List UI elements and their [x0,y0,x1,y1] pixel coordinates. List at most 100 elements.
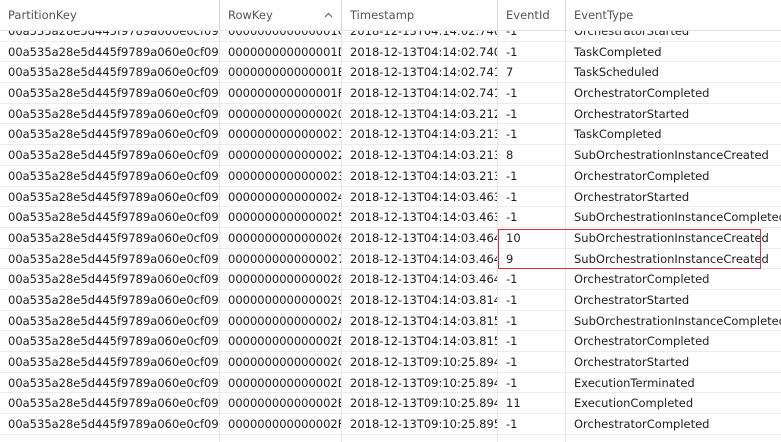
table-row[interactable]: 00a535a28e5d445f9789a060e0cf0959 00000000… [0,207,781,228]
cell-partitionkey: 00a535a28e5d445f9789a060e0cf0959 [0,414,220,435]
table-row[interactable]: 00a535a28e5d445f9789a060e0cf0959 00000000… [0,352,781,373]
table-row[interactable]: 00a535a28e5d445f9789a060e0cf0959 00000000… [0,41,781,63]
cell-timestamp: 2018-12-13T09:10:25.894Z [342,393,498,414]
cell-eventtype: TaskScheduled [574,65,659,80]
cell-eventid [498,434,566,442]
cell-rowkey: 0000000000000023 [220,165,342,186]
table-grid: PartitionKey RowKey Timestamp EventId Ev… [0,0,781,442]
cell-rowkey: 0000000000000024 [220,186,342,207]
cell-rowkey: 000000000000002D [220,372,342,393]
cell-timestamp: 2018-12-13T09:10:25.894Z [342,352,498,372]
cell-rowkey: 000000000000002F [220,414,342,435]
cell-partitionkey: 00a535a28e5d445f9789a060e0cf0959 [0,372,220,393]
table-row[interactable]: 00a535a28e5d445f9789a060e0cf0959 00000000… [0,393,781,415]
cell-eventid: -1 [498,372,566,393]
cell-eventid: 10 [498,227,566,248]
cell-timestamp: 2018-12-13T04:14:02.741Z [342,62,498,83]
cell-rowkey: 000000000000001D [220,41,342,62]
table-row[interactable]: 00a535a28e5d445f9789a060e0cf0959 00000000… [0,103,781,125]
cell-timestamp: 2018-12-13T04:14:03.463Z [342,207,498,228]
table-row[interactable]: 00a535a28e5d445f9789a060e0cf0959 00000000… [0,83,781,104]
cell-eventid: -1 [498,352,566,372]
cell-eventtype: OrchestratorStarted [574,189,690,204]
cell-timestamp: 2018-12-13T04:14:03.464Z [342,269,498,290]
table-rows: 00a535a28e5d445f9789a060e0cf0959 00000000… [0,30,781,442]
cell-partitionkey: 00a535a28e5d445f9789a060e0cf0959 [0,62,220,83]
cell-eventid: -1 [498,30,566,41]
cell-rowkey: 000000000000002E [220,393,342,414]
table-row[interactable]: 00a535a28e5d445f9789a060e0cf0959 00000000… [0,124,781,146]
cell-partitionkey: 00a535a28e5d445f9789a060e0cf0959 [0,393,220,414]
cell-eventtype: OrchestratorCompleted [574,272,710,287]
cell-rowkey: 000000000000002A [220,310,342,331]
cell-eventtype: OrchestratorStarted [574,292,690,307]
table-row[interactable]: 00a535a28e5d445f9789a060e0cf0959 00000000… [0,62,781,84]
cell-eventtype: TaskCompleted [574,44,662,59]
cell-timestamp: 2018-12-13T04:14:02.740Z [342,41,498,62]
column-header-label: PartitionKey [8,8,77,22]
cell-eventid: -1 [498,310,566,331]
table-row[interactable] [0,434,781,442]
cell-timestamp: 2018-12-13T04:14:03.464Z [342,248,498,269]
table-row[interactable]: 00a535a28e5d445f9789a060e0cf0959 00000000… [0,165,781,187]
cell-eventtype: SubOrchestrationInstanceCreated [574,251,769,266]
cell-rowkey: 0000000000000029 [220,289,342,310]
cell-eventtype: TaskCompleted [574,127,662,142]
cell-partitionkey: 00a535a28e5d445f9789a060e0cf0959 [0,83,220,104]
cell-timestamp: 2018-12-13T09:10:25.894Z [342,372,498,393]
table-header: PartitionKey RowKey Timestamp EventId Ev… [0,0,781,31]
cell-timestamp: 2018-12-13T04:14:03.213Z [342,165,498,186]
cell-eventid: -1 [498,83,566,104]
column-header-label: EventId [506,8,550,22]
cell-partitionkey: 00a535a28e5d445f9789a060e0cf0959 [0,310,220,331]
cell-rowkey: 000000000000002B [220,331,342,352]
cell-eventtype: SubOrchestrationInstanceCompleted [574,313,781,328]
cell-eventtype: OrchestratorCompleted [574,334,710,349]
cell-timestamp: 2018-12-13T04:14:03.212Z [342,103,498,124]
column-header-eventid[interactable]: EventId [498,0,566,30]
cell-eventid: -1 [498,186,566,207]
cell-rowkey: 000000000000001C [220,30,342,41]
cell-partitionkey: 00a535a28e5d445f9789a060e0cf0959 [0,331,220,352]
table-row[interactable]: 00a535a28e5d445f9789a060e0cf0959 00000000… [0,289,781,311]
column-header-rowkey[interactable]: RowKey [220,0,342,30]
cell-rowkey: 000000000000001F [220,83,342,104]
cell-partitionkey: 00a535a28e5d445f9789a060e0cf0959 [0,41,220,62]
cell-rowkey: 0000000000000020 [220,103,342,124]
cell-eventtype: OrchestratorCompleted [574,86,710,101]
cell-partitionkey: 00a535a28e5d445f9789a060e0cf0959 [0,145,220,166]
table-row[interactable]: 00a535a28e5d445f9789a060e0cf0959 00000000… [0,186,781,208]
cell-rowkey: 0000000000000027 [220,248,342,269]
table-row[interactable]: 00a535a28e5d445f9789a060e0cf0959 00000000… [0,372,781,394]
cell-eventtype: SubOrchestrationInstanceCompleted [574,210,781,225]
cell-partitionkey: 00a535a28e5d445f9789a060e0cf0959 [0,30,220,41]
cell-eventtype: OrchestratorStarted [574,355,690,369]
column-header-label: Timestamp [350,8,415,22]
table-row[interactable]: 00a535a28e5d445f9789a060e0cf0959 00000000… [0,310,781,332]
cell-eventid: -1 [498,289,566,310]
column-header-partitionkey[interactable]: PartitionKey [0,0,220,30]
table-row[interactable]: 00a535a28e5d445f9789a060e0cf0959 00000000… [0,227,781,249]
table-row[interactable]: 00a535a28e5d445f9789a060e0cf0959 00000000… [0,269,781,290]
cell-eventid: 7 [498,62,566,83]
cell-timestamp: 2018-12-13T04:14:03.464Z [342,227,498,248]
cell-timestamp: 2018-12-13T04:14:02.740Z [342,30,498,41]
column-header-eventtype[interactable]: EventType [566,0,781,30]
cell-rowkey: 000000000000001E [220,62,342,83]
cell-partitionkey: 00a535a28e5d445f9789a060e0cf0959 [0,207,220,228]
cell-eventtype: SubOrchestrationInstanceCreated [574,230,769,245]
table-row[interactable]: 00a535a28e5d445f9789a060e0cf0959 00000000… [0,30,781,42]
cell-partitionkey: 00a535a28e5d445f9789a060e0cf0959 [0,186,220,207]
cell-eventid: 9 [498,248,566,269]
table-row[interactable]: 00a535a28e5d445f9789a060e0cf0959 00000000… [0,248,781,270]
cell-eventid: -1 [498,41,566,62]
table-row[interactable]: 00a535a28e5d445f9789a060e0cf0959 00000000… [0,145,781,166]
column-header-timestamp[interactable]: Timestamp [342,0,498,30]
cell-partitionkey: 00a535a28e5d445f9789a060e0cf0959 [0,124,220,145]
cell-timestamp: 2018-12-13T04:14:03.213Z [342,145,498,166]
cell-timestamp: 2018-12-13T09:10:25.895Z [342,414,498,435]
cell-eventid: 11 [498,393,566,414]
table-row[interactable]: 00a535a28e5d445f9789a060e0cf0959 00000000… [0,331,781,352]
cell-timestamp: 2018-12-13T04:14:03.815Z [342,331,498,352]
table-row[interactable]: 00a535a28e5d445f9789a060e0cf0959 00000000… [0,414,781,435]
